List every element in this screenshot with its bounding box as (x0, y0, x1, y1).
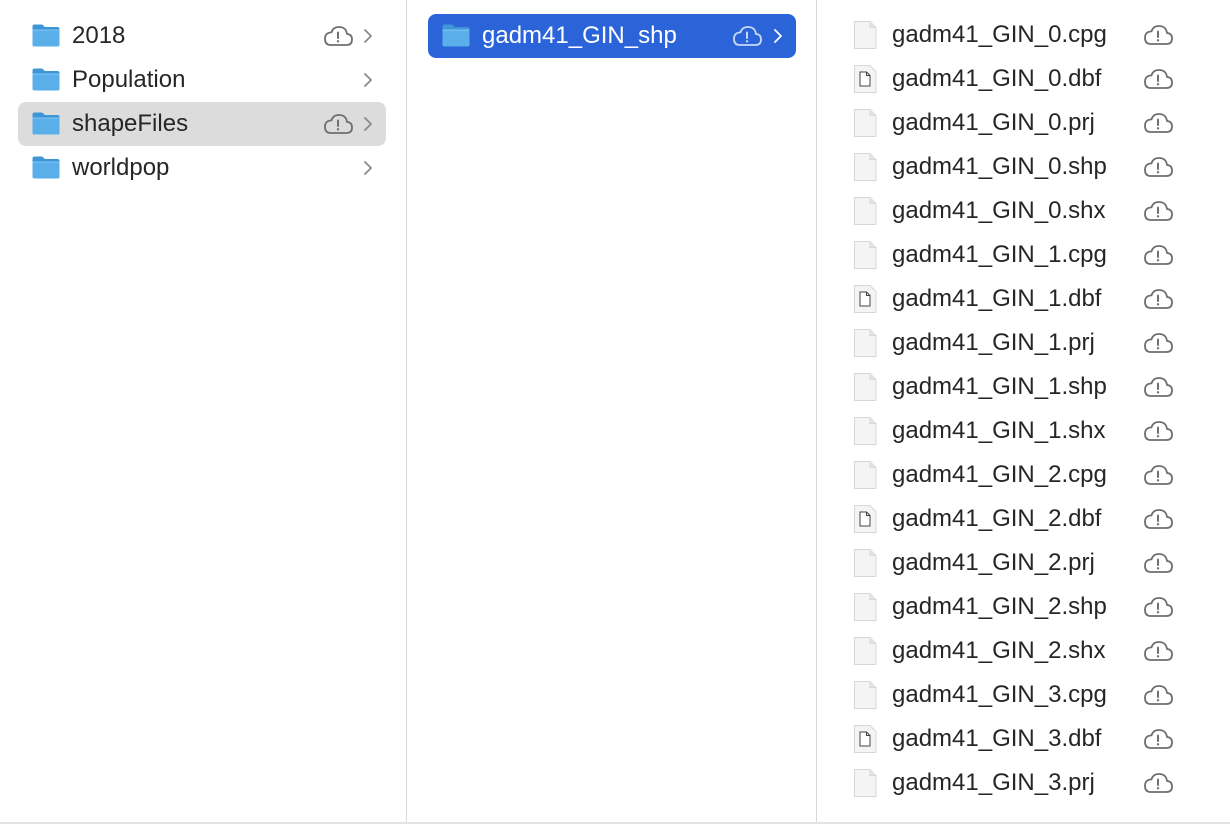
folder-label: shapeFiles (72, 110, 189, 137)
file-row[interactable]: gadm41_GIN_0.dbf (817, 57, 1230, 101)
file-name: gadm41_GIN_0.dbf (892, 65, 1102, 92)
cloud-alert-icon[interactable] (1142, 110, 1174, 136)
cloud-alert-icon[interactable] (731, 23, 763, 49)
dbf-document-icon (852, 64, 878, 94)
folder-row-worldpop[interactable]: worldpop (18, 146, 386, 190)
dbf-document-icon (852, 284, 878, 314)
document-icon (852, 768, 878, 798)
folder-label: 2018 (72, 22, 126, 49)
file-name: gadm41_GIN_1.cpg (892, 241, 1107, 268)
cloud-alert-icon[interactable] (1142, 682, 1174, 708)
file-name: gadm41_GIN_2.shp (892, 593, 1107, 620)
file-name: gadm41_GIN_3.cpg (892, 681, 1107, 708)
cloud-alert-icon[interactable] (1142, 550, 1174, 576)
folder-label: Population (72, 66, 186, 93)
file-name: gadm41_GIN_0.shp (892, 153, 1107, 180)
file-row[interactable]: gadm41_GIN_1.shx (817, 409, 1230, 453)
chevron-right-icon[interactable] (362, 159, 374, 177)
document-icon (852, 460, 878, 490)
folder-icon (31, 155, 61, 180)
file-row[interactable]: gadm41_GIN_2.shx (817, 629, 1230, 673)
file-name: gadm41_GIN_0.prj (892, 109, 1095, 136)
file-row[interactable]: gadm41_GIN_2.cpg (817, 453, 1230, 497)
cloud-alert-icon[interactable] (1142, 66, 1174, 92)
file-row[interactable]: gadm41_GIN_0.prj (817, 101, 1230, 145)
column-shapefiles: gadm41_GIN_shp (407, 0, 817, 822)
file-name: gadm41_GIN_3.prj (892, 769, 1095, 796)
file-row[interactable]: gadm41_GIN_2.dbf (817, 497, 1230, 541)
dbf-document-icon (852, 504, 878, 534)
folder-row-gadm41-gin-shp[interactable]: gadm41_GIN_shp (428, 14, 796, 58)
file-name: gadm41_GIN_2.cpg (892, 461, 1107, 488)
file-name: gadm41_GIN_2.prj (892, 549, 1095, 576)
cloud-alert-icon[interactable] (1142, 594, 1174, 620)
cloud-alert-icon[interactable] (1142, 22, 1174, 48)
dbf-document-icon (852, 724, 878, 754)
chevron-right-icon[interactable] (362, 27, 374, 45)
folder-icon (31, 111, 61, 136)
document-icon (852, 240, 878, 270)
folder-icon (31, 23, 61, 48)
cloud-alert-icon[interactable] (1142, 770, 1174, 796)
folder-row-population[interactable]: Population (18, 58, 386, 102)
cloud-alert-icon[interactable] (1142, 154, 1174, 180)
cloud-alert-icon[interactable] (1142, 418, 1174, 444)
file-row[interactable]: gadm41_GIN_2.prj (817, 541, 1230, 585)
file-name: gadm41_GIN_3.dbf (892, 725, 1102, 752)
file-name: gadm41_GIN_0.cpg (892, 21, 1107, 48)
cloud-alert-icon[interactable] (1142, 506, 1174, 532)
folder-row-2018[interactable]: 2018 (18, 14, 386, 58)
document-icon (852, 680, 878, 710)
cloud-alert-icon[interactable] (1142, 374, 1174, 400)
cloud-alert-icon[interactable] (322, 23, 354, 49)
cloud-alert-icon[interactable] (1142, 286, 1174, 312)
document-icon (852, 636, 878, 666)
file-name: gadm41_GIN_1.shx (892, 417, 1106, 444)
document-icon (852, 108, 878, 138)
file-row[interactable]: gadm41_GIN_0.cpg (817, 13, 1230, 57)
cloud-alert-icon[interactable] (322, 111, 354, 137)
file-name: gadm41_GIN_2.dbf (892, 505, 1102, 532)
folder-label: gadm41_GIN_shp (482, 22, 677, 49)
chevron-right-icon[interactable] (772, 27, 784, 45)
cloud-alert-icon[interactable] (1142, 330, 1174, 356)
cloud-alert-icon[interactable] (1142, 726, 1174, 752)
file-row[interactable]: gadm41_GIN_3.cpg (817, 673, 1230, 717)
file-row[interactable]: gadm41_GIN_1.prj (817, 321, 1230, 365)
file-row[interactable]: gadm41_GIN_3.dbf (817, 717, 1230, 761)
document-icon (852, 548, 878, 578)
document-icon (852, 328, 878, 358)
folder-label: worldpop (72, 154, 170, 181)
sidebar-column-folders: 2018 Population shapeFiles worldpop (0, 0, 407, 822)
file-name: gadm41_GIN_1.shp (892, 373, 1107, 400)
file-name: gadm41_GIN_2.shx (892, 637, 1106, 664)
file-row[interactable]: gadm41_GIN_0.shp (817, 145, 1230, 189)
file-row[interactable]: gadm41_GIN_1.cpg (817, 233, 1230, 277)
document-icon (852, 372, 878, 402)
column-file-list: gadm41_GIN_0.cpg gadm41_GIN_0.dbf gadm41_G… (817, 0, 1230, 822)
document-icon (852, 20, 878, 50)
file-row[interactable]: gadm41_GIN_1.shp (817, 365, 1230, 409)
file-name: gadm41_GIN_0.shx (892, 197, 1106, 224)
file-row[interactable]: gadm41_GIN_1.dbf (817, 277, 1230, 321)
document-icon (852, 152, 878, 182)
document-icon (852, 196, 878, 226)
file-row[interactable]: gadm41_GIN_0.shx (817, 189, 1230, 233)
folder-row-shapefiles[interactable]: shapeFiles (18, 102, 386, 146)
folder-icon (441, 23, 471, 48)
file-name: gadm41_GIN_1.prj (892, 329, 1095, 356)
file-row[interactable]: gadm41_GIN_2.shp (817, 585, 1230, 629)
file-row[interactable]: gadm41_GIN_3.prj (817, 761, 1230, 805)
cloud-alert-icon[interactable] (1142, 638, 1174, 664)
cloud-alert-icon[interactable] (1142, 462, 1174, 488)
file-name: gadm41_GIN_1.dbf (892, 285, 1102, 312)
chevron-right-icon[interactable] (362, 115, 374, 133)
chevron-right-icon[interactable] (362, 71, 374, 89)
cloud-alert-icon[interactable] (1142, 198, 1174, 224)
document-icon (852, 416, 878, 446)
folder-icon (31, 67, 61, 92)
document-icon (852, 592, 878, 622)
cloud-alert-icon[interactable] (1142, 242, 1174, 268)
